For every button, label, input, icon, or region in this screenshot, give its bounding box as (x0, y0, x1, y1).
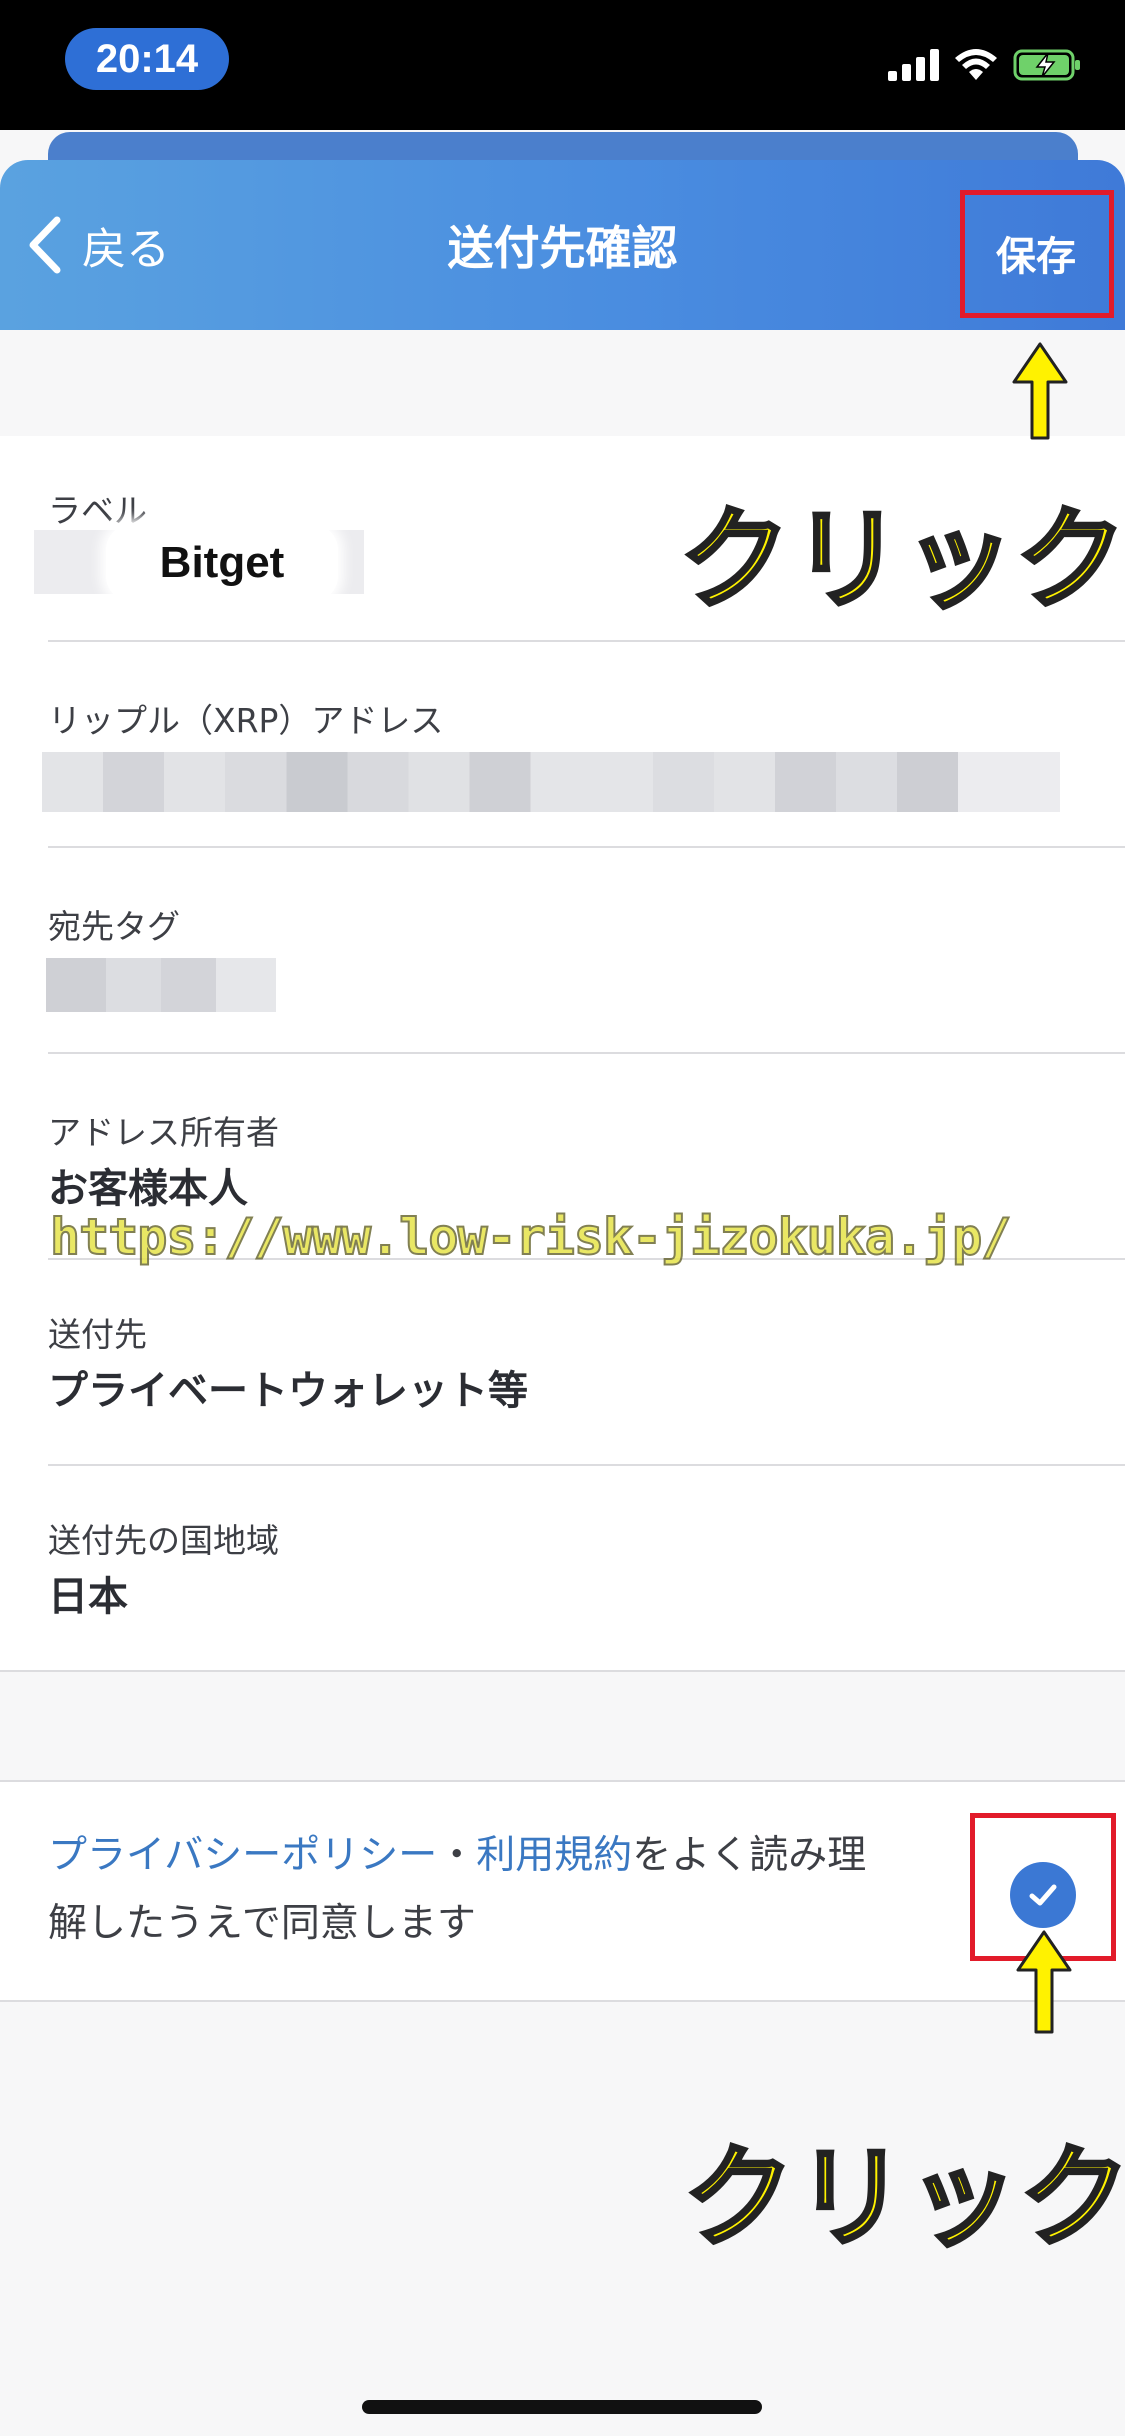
destination-field-label: 送付先 (48, 1315, 147, 1354)
owner-value: お客様本人 (48, 1166, 248, 1212)
dest-tag-redacted (46, 958, 276, 1012)
agreement-separator: ・ (437, 1833, 477, 1878)
agreement-text-part1: をよく読み理 (632, 1833, 867, 1878)
agreement-text: プライバシーポリシー・利用規約をよく読み理 解したうえで同意します (48, 1822, 968, 1958)
privacy-policy-link[interactable]: プライバシーポリシー (48, 1833, 437, 1878)
wifi-icon (955, 49, 997, 80)
cellular-signal-icon (888, 49, 939, 81)
destination-row: 送付先 プライベートウォレット等 (48, 1260, 1125, 1464)
battery-charging-icon (1013, 49, 1080, 81)
arrow-up-icon (1012, 342, 1068, 440)
address-row: リップル（XRP）アドレス (42, 642, 1125, 846)
home-indicator (362, 2400, 762, 2414)
destination-tag-row: 宛先タグ (46, 848, 1125, 1052)
arrow-up-icon (1016, 1930, 1072, 2034)
save-highlight-box (960, 190, 1114, 318)
navigation-header: 戻る 送付先確認 保存 (0, 160, 1125, 330)
click-callout-top: クリック (678, 494, 1125, 626)
address-field-label: リップル（XRP）アドレス (48, 701, 444, 740)
agreement-text-part2: 解したうえで同意します (48, 1901, 476, 1946)
status-bar: 20:14 (0, 0, 1125, 130)
dest-tag-field-label: 宛先タグ (48, 907, 180, 946)
address-redacted (42, 752, 1060, 812)
click-callout-bottom: クリック (682, 2132, 1125, 2264)
top-spacer (0, 330, 1125, 438)
agreement-section: プライバシーポリシー・利用規約をよく読み理 解したうえで同意します (0, 1780, 1125, 2002)
country-field-label: 送付先の国地域 (48, 1521, 279, 1560)
destination-value: プライベートウォレット等 (48, 1368, 528, 1414)
label-value: Bitget (106, 524, 338, 602)
owner-field-label: アドレス所有者 (48, 1113, 279, 1152)
status-time: 20:14 (65, 28, 229, 90)
page-title: 送付先確認 (447, 221, 678, 275)
country-value: 日本 (48, 1574, 128, 1620)
status-icons (888, 48, 1083, 82)
watermark-url: https://www.low-risk-jizokuka.jp/ (49, 1207, 1012, 1267)
terms-of-use-link[interactable]: 利用規約 (476, 1833, 632, 1878)
country-row: 送付先の国地域 日本 (48, 1466, 1125, 1670)
